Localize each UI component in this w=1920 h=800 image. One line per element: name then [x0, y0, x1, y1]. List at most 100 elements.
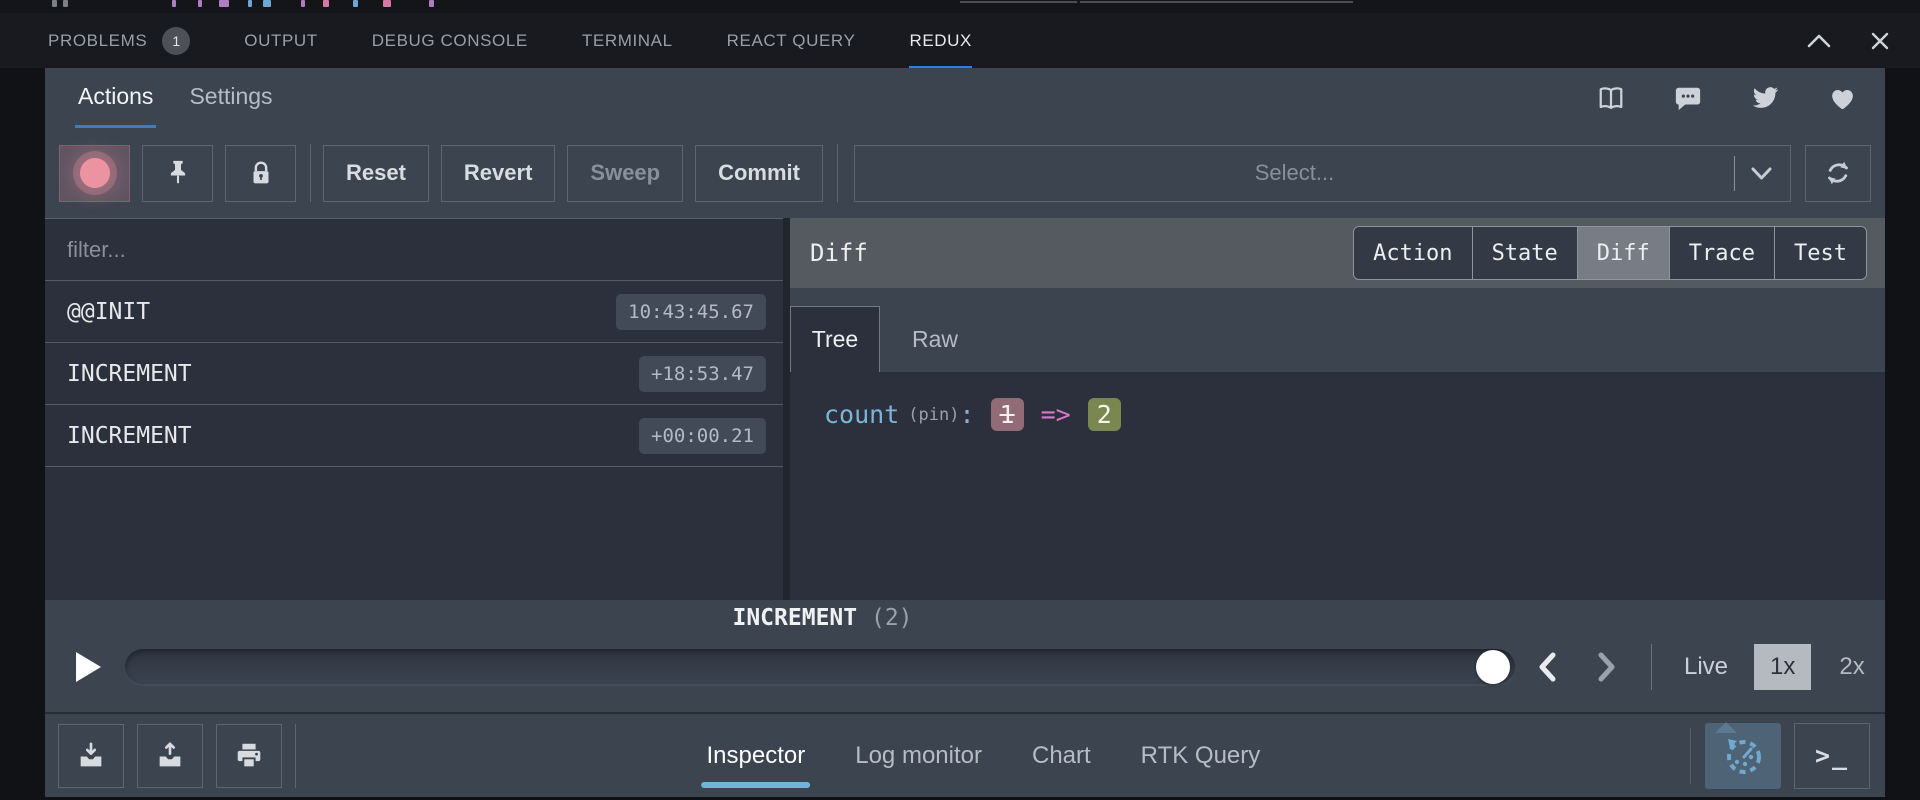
chevron-right-icon: [1597, 651, 1617, 683]
tab-test[interactable]: Test: [1775, 227, 1866, 279]
slider-thumb[interactable]: [1476, 650, 1510, 684]
button-label: Revert: [464, 160, 532, 186]
live-button[interactable]: Live: [1684, 653, 1728, 681]
instance-select[interactable]: [854, 145, 1791, 202]
chevron-up-icon: [1806, 33, 1832, 49]
sweep-button[interactable]: Sweep: [567, 145, 683, 202]
chat-icon: [1673, 84, 1703, 112]
diff-pin-modifier: (pin): [908, 405, 959, 425]
inspector-header: Diff Action State Diff Trace Tes: [790, 218, 1885, 288]
tab-output[interactable]: OUTPUT: [244, 13, 317, 68]
feedback-button[interactable]: [1673, 83, 1703, 113]
tab-state[interactable]: State: [1473, 227, 1578, 279]
lock-icon: [246, 157, 276, 189]
action-row-increment-2[interactable]: INCREMENT +00:00.21: [45, 405, 783, 467]
tab-label: Diff: [1597, 241, 1650, 266]
slider-monitor-button[interactable]: [1705, 723, 1781, 789]
player-controls: Live 1x 2x: [45, 636, 1885, 698]
book-icon: [1596, 84, 1626, 112]
editor-syntax-fragment: [172, 0, 176, 7]
twitter-button[interactable]: [1750, 83, 1780, 113]
redux-devtools-panel: Actions Settings: [45, 68, 1885, 797]
action-row-increment-1[interactable]: INCREMENT +18:53.47: [45, 343, 783, 405]
tab-label: Log monitor: [855, 742, 982, 770]
pin-button[interactable]: [142, 145, 213, 202]
export-button[interactable]: [137, 724, 203, 788]
tab-log-monitor[interactable]: Log monitor: [855, 714, 982, 797]
step-forward-button[interactable]: [1597, 651, 1617, 683]
tab-label: REDUX: [909, 31, 972, 51]
maximize-panel-button[interactable]: [1806, 33, 1832, 49]
reset-button[interactable]: Reset: [323, 145, 429, 202]
tab-problems[interactable]: PROBLEMS 1: [48, 13, 190, 68]
action-timestamp: +18:53.47: [639, 356, 766, 392]
play-button[interactable]: [75, 651, 105, 683]
play-icon: [75, 651, 102, 683]
tab-chart[interactable]: Chart: [1032, 714, 1091, 797]
diff-key: count: [824, 400, 899, 429]
refresh-instances-button[interactable]: [1805, 145, 1871, 202]
tab-rtk-query[interactable]: RTK Query: [1141, 714, 1261, 797]
commit-button[interactable]: Commit: [695, 145, 823, 202]
heart-icon: [1828, 85, 1857, 112]
panel-window-controls: [1806, 31, 1920, 51]
tab-trace[interactable]: Trace: [1670, 227, 1775, 279]
tab-action[interactable]: Action: [1354, 227, 1472, 279]
dispatcher-button[interactable]: >_: [1794, 723, 1870, 789]
tab-react-query[interactable]: REACT QUERY: [727, 13, 856, 68]
sync-icon: [1822, 157, 1854, 189]
tab-label: Tree: [812, 326, 858, 353]
select-indicators: [1734, 156, 1790, 191]
tab-debug-console[interactable]: DEBUG CONSOLE: [372, 13, 528, 68]
inspector-tab-group: Action State Diff Trace Test: [1353, 226, 1867, 280]
player-current-action: INCREMENT (2): [125, 605, 1520, 631]
revert-button[interactable]: Revert: [441, 145, 555, 202]
toolbar-divider: [837, 144, 838, 202]
filter-input[interactable]: [67, 237, 766, 263]
editor-sliver: [0, 0, 1920, 13]
tab-label: OUTPUT: [244, 31, 317, 51]
action-name: INCREMENT: [67, 423, 192, 449]
editor-syntax-fragment: [429, 0, 434, 7]
docs-button[interactable]: [1596, 83, 1626, 113]
tab-redux[interactable]: REDUX: [909, 13, 972, 68]
editor-syntax-fragment: [52, 0, 57, 7]
sponsor-button[interactable]: [1827, 83, 1857, 113]
bottom-right-controls: >_: [1690, 723, 1885, 789]
diff-separator: :: [959, 400, 974, 429]
button-label: Commit: [718, 160, 800, 186]
step-back-button[interactable]: [1537, 651, 1557, 683]
print-button[interactable]: [216, 724, 282, 788]
tab-actions[interactable]: Actions: [75, 68, 156, 128]
tab-settings[interactable]: Settings: [186, 68, 275, 128]
record-icon: [80, 158, 110, 188]
player-divider: [1651, 644, 1652, 690]
chevron-down-icon[interactable]: [1750, 166, 1773, 181]
tab-label: Chart: [1032, 742, 1091, 770]
lock-button[interactable]: [225, 145, 296, 202]
speed-2x-button[interactable]: 2x: [1839, 653, 1864, 681]
pushpin-icon: [163, 157, 193, 189]
button-label: Reset: [346, 160, 406, 186]
tab-inspector[interactable]: Inspector: [707, 714, 806, 797]
instance-select-input[interactable]: [855, 146, 1734, 201]
timeline-slider[interactable]: [125, 649, 1515, 685]
tab-diff[interactable]: Diff: [1578, 227, 1670, 279]
action-row-init[interactable]: @@INIT 10:43:45.67: [45, 281, 783, 343]
record-toggle-button[interactable]: [59, 145, 130, 202]
editor-syntax-fragment: [263, 0, 271, 7]
editor-syntax-fragment: [198, 0, 202, 7]
bottom-bar: Inspector Log monitor Chart RTK Query: [45, 712, 1885, 797]
subtab-raw[interactable]: Raw: [912, 306, 958, 372]
action-list: @@INIT 10:43:45.67 INCREMENT +18:53.47 I…: [45, 218, 783, 600]
twitter-icon: [1750, 85, 1780, 112]
editor-syntax-fragment: [219, 0, 229, 7]
tab-terminal[interactable]: TERMINAL: [582, 13, 673, 68]
import-button[interactable]: [58, 724, 124, 788]
diff-row-count[interactable]: count (pin) : 1 => 2: [790, 372, 1885, 431]
tab-label: Inspector: [707, 742, 806, 770]
subtab-tree[interactable]: Tree: [790, 306, 880, 372]
speed-1x-button[interactable]: 1x: [1754, 644, 1811, 690]
split-divider[interactable]: [783, 218, 790, 600]
close-panel-button[interactable]: [1870, 31, 1890, 51]
